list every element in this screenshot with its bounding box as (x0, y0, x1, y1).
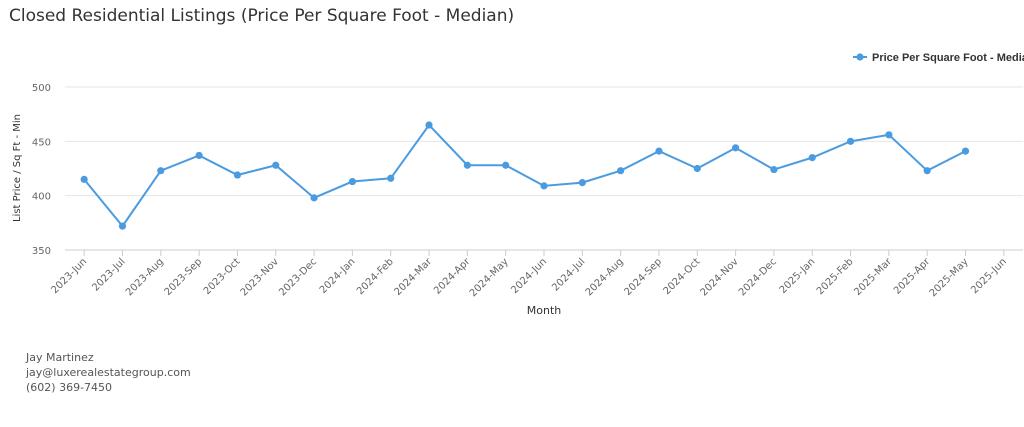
contact-email[interactable]: jay@luxerealestategroup.com (26, 365, 191, 380)
data-point[interactable] (770, 165, 778, 174)
contact-name: Jay Martinez (26, 351, 94, 364)
data-point[interactable] (387, 174, 395, 182)
x-tick-label: 2023-Jul (90, 256, 127, 293)
data-point[interactable] (157, 167, 165, 175)
data-point[interactable] (233, 171, 242, 179)
x-tick-label: 2025-Jun (969, 256, 1009, 296)
y-tick-label: 500 (32, 83, 51, 94)
x-tick-label: 2024-Nov (699, 256, 741, 298)
x-tick-label: 2023-Oct (202, 256, 243, 297)
data-point[interactable] (80, 175, 88, 183)
x-tick-label: 2025-Jan (778, 256, 818, 296)
x-tick-label: 2024-Mar (392, 256, 434, 298)
x-tick-label: 2024-Oct (662, 256, 703, 297)
x-tick-label: 2024-Apr (432, 256, 473, 297)
x-tick-label: 2024-Jan (318, 256, 358, 296)
data-point[interactable] (348, 177, 356, 186)
x-axis: 2023-Jun 2023-Jul2023-Aug2023-Sep2023-Oct… (50, 250, 1009, 299)
x-tick-label: 2024-Jul (550, 256, 587, 293)
x-tick-label: 2025-Mar (852, 256, 894, 298)
data-point[interactable] (617, 167, 625, 175)
x-tick-label: 2023-Dec (277, 256, 319, 298)
x-tick-label: 2023-Jun (50, 256, 90, 296)
x-axis-title: Month (527, 304, 562, 317)
x-tick-label: 2023-Sep (163, 256, 205, 298)
data-point[interactable] (578, 179, 586, 187)
data-point[interactable] (923, 167, 931, 175)
data-point[interactable] (195, 151, 203, 160)
data-point[interactable] (425, 121, 433, 129)
gridlines (65, 86, 1023, 251)
data-point[interactable] (540, 182, 548, 190)
x-tick-label: 2024-Aug (584, 256, 626, 298)
data-point[interactable] (655, 147, 663, 155)
y-tick-label: 350 (32, 246, 51, 257)
data-point[interactable] (272, 161, 280, 169)
series-line (83, 123, 966, 228)
y-axis: 350 400 450 500 (32, 83, 51, 257)
legend-marker-dot (856, 53, 864, 61)
data-point[interactable] (693, 164, 701, 173)
data-point[interactable] (310, 194, 318, 202)
x-tick-label: 2023-Aug (124, 256, 166, 298)
x-tick-label: 2025-Feb (815, 256, 856, 297)
x-tick-label: 2024-Dec (737, 256, 779, 298)
data-point[interactable] (885, 131, 893, 139)
x-tick-label: 2025-May (928, 256, 971, 299)
data-point[interactable] (502, 161, 510, 169)
y-tick-label: 400 (32, 192, 51, 203)
data-point[interactable] (463, 161, 471, 169)
y-axis-title: List Price / Sq Ft - Min (12, 114, 23, 222)
x-tick-label: 2024-Feb (355, 256, 396, 297)
data-point[interactable] (732, 144, 740, 152)
contact-info: Jay Martinez jay@luxerealestategroup.com… (26, 350, 191, 395)
series-layer (80, 121, 970, 230)
data-point[interactable] (808, 154, 816, 162)
data-point[interactable] (961, 147, 970, 155)
y-tick-label: 450 (32, 137, 51, 148)
data-point[interactable] (846, 137, 855, 145)
x-tick-label: 2024-Jun (509, 256, 549, 296)
line-chart: 350400450500 2023-Jun 2023-Jul2023-Aug202… (12, 52, 1024, 317)
legend-label: Price Per Square Foot - Median (872, 52, 1024, 64)
x-tick-label: 2025-Apr (892, 256, 933, 297)
x-tick-label: 2023-Nov (239, 256, 281, 298)
legend[interactable]: Price Per Square Foot - Median (853, 52, 1024, 64)
x-tick-label: 2024-Sep (622, 256, 664, 298)
contact-phone: (602) 369-7450 (26, 381, 113, 394)
data-point[interactable] (118, 222, 127, 230)
x-tick-label: 2024-May (468, 256, 511, 299)
